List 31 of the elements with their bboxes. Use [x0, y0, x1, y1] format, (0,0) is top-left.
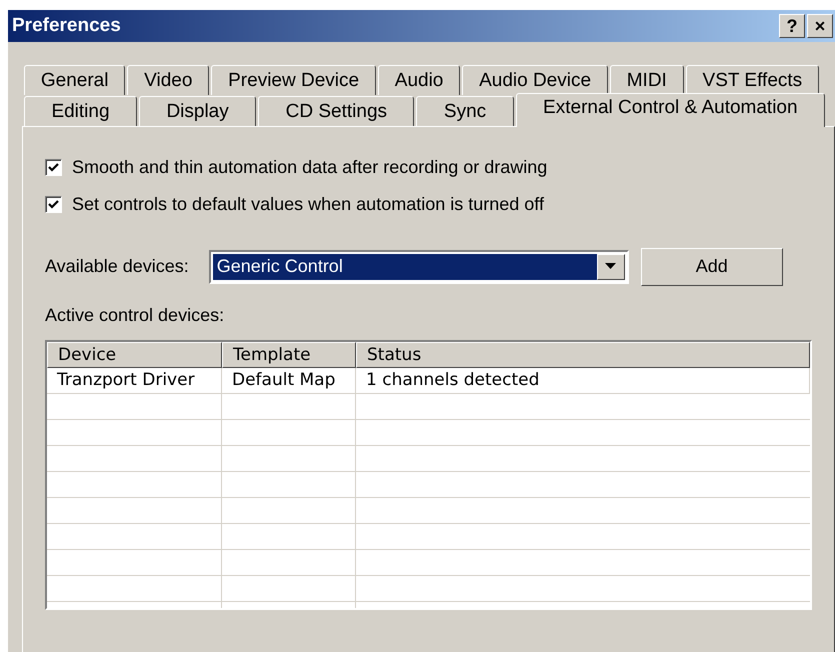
tab[interactable]: Video	[127, 65, 210, 95]
column-header[interactable]: Status	[356, 342, 810, 368]
field-label: Available devices:	[45, 256, 189, 277]
tab[interactable]: Editing	[24, 96, 137, 126]
tab[interactable]: CD Settings	[258, 96, 414, 126]
tab[interactable]: External Control & Automation	[516, 93, 826, 127]
close-button[interactable]: ×	[807, 14, 833, 38]
tab[interactable]: Audio	[378, 65, 460, 95]
add-button[interactable]: Add	[640, 248, 783, 286]
check-icon	[48, 199, 59, 210]
checkbox[interactable]	[45, 196, 62, 213]
checkbox-label: Set controls to default values when automation is turned off	[72, 194, 544, 215]
check-icon	[48, 162, 59, 173]
checkbox[interactable]	[45, 159, 62, 176]
device-dropdown[interactable]: Generic Control	[208, 250, 629, 284]
column-header[interactable]: Template	[222, 342, 356, 368]
tab[interactable]: Preview Device	[211, 65, 376, 95]
checkbox-label: Smooth and thin automation data after recording or drawing	[72, 157, 548, 178]
tab[interactable]: Audio Device	[462, 65, 608, 95]
tab[interactable]: Sync	[416, 96, 514, 126]
section-label: Active control devices:	[45, 305, 226, 326]
tab[interactable]: General	[24, 65, 126, 95]
column-header[interactable]: Device	[47, 342, 222, 368]
table-cell: Tranzport Driver	[47, 368, 222, 394]
window-title: Preferences	[12, 15, 121, 37]
tab[interactable]: VST Effects	[686, 65, 820, 95]
tab[interactable]: MIDI	[610, 65, 684, 95]
help-button[interactable]: ?	[779, 14, 805, 38]
table-cell: Default Map	[222, 368, 356, 394]
table-cell: 1 channels detected	[356, 368, 810, 394]
tab[interactable]: Display	[139, 96, 256, 126]
